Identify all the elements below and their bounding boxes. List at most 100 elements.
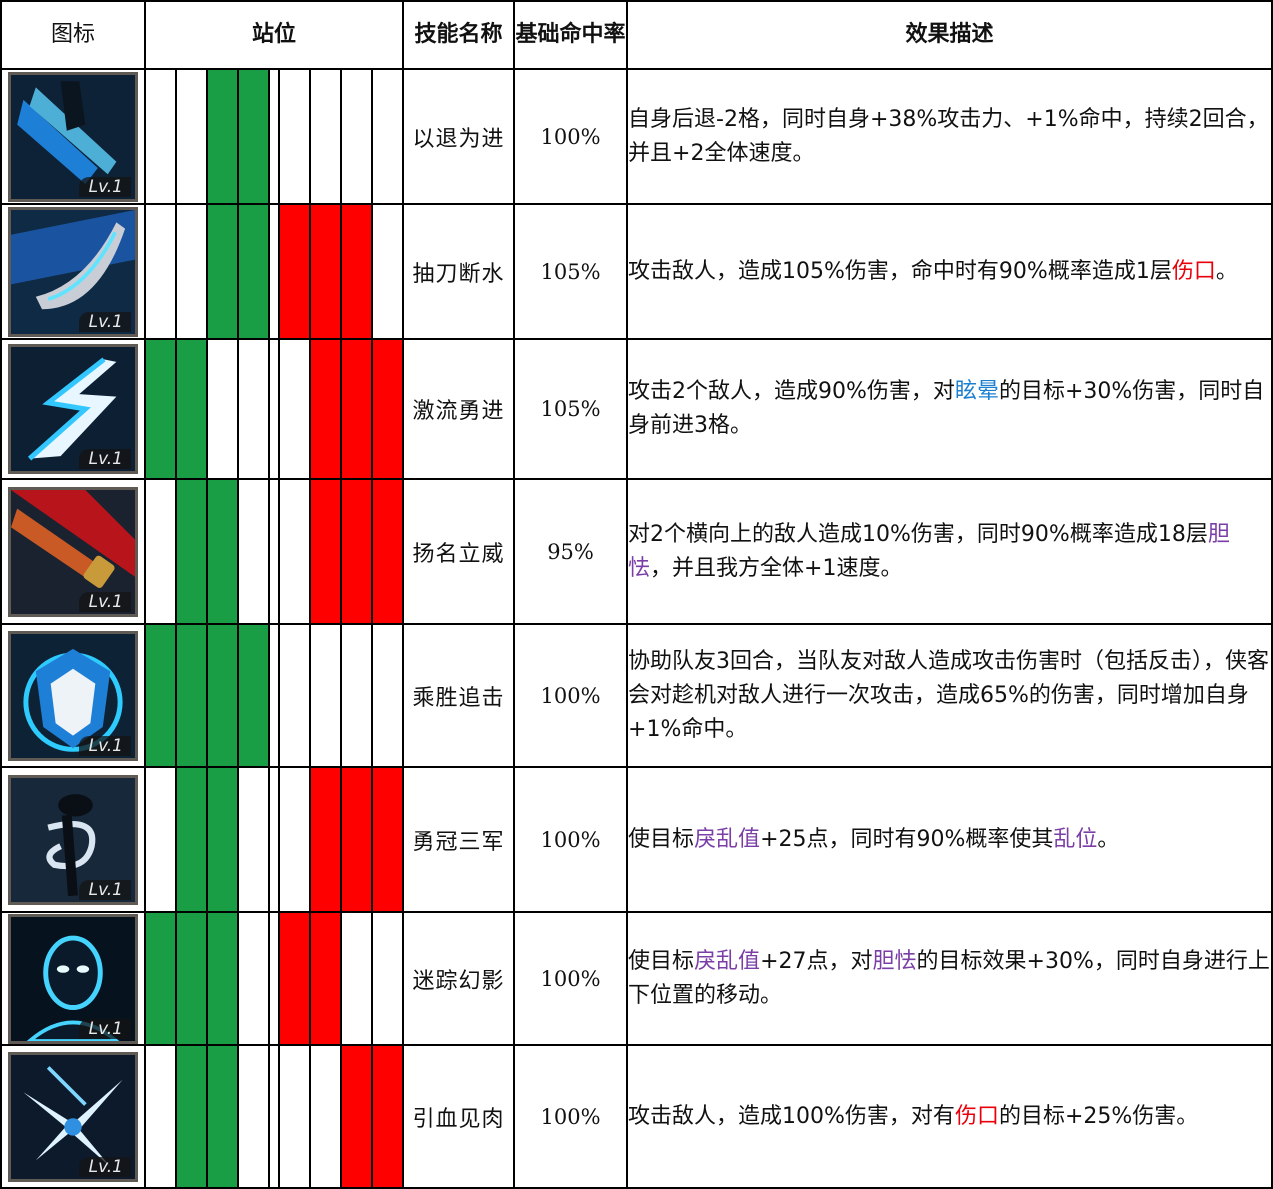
effect-text: 的目标+25%伤害。: [998, 1103, 1199, 1129]
skill-name: 迷踪幻影: [402, 911, 516, 1046]
enemy-position-active: [340, 338, 373, 480]
skill-level-badge: Lv.1: [78, 176, 131, 197]
ally-position-active: [206, 911, 239, 1046]
header-icon: 图标: [0, 0, 146, 70]
shield-emblem-icon: Lv.1: [8, 630, 138, 761]
skill-icon-cell: Lv.1: [0, 203, 146, 340]
header-skill-name: 技能名称: [402, 0, 516, 70]
skill-name: 激流勇进: [402, 338, 516, 480]
effect-keyword: 戾乱值: [694, 826, 761, 852]
ally-position-active: [175, 1044, 208, 1189]
enemy-position-active: [340, 1044, 373, 1189]
position-divider: [268, 1044, 280, 1189]
skill-level-badge: Lv.1: [78, 879, 131, 900]
swirling-warrior-icon: Lv.1: [8, 774, 138, 905]
ally-position-inactive: [206, 338, 239, 480]
effect-text: 攻击2个敌人，造成90%伤害，对: [628, 379, 955, 404]
ally-position-active: [206, 766, 239, 913]
skill-hit-rate: 100%: [513, 911, 629, 1046]
ally-position-active: [144, 911, 177, 1046]
lightning-slash-icon: Lv.1: [8, 344, 138, 474]
skill-level-badge: Lv.1: [78, 1018, 131, 1039]
skill-name: 勇冠三军: [402, 766, 516, 913]
enemy-position-inactive: [278, 1044, 311, 1189]
skill-hit-rate: 100%: [513, 1044, 629, 1189]
skill-hit-rate: 95%: [513, 478, 629, 625]
enemy-position-inactive: [370, 911, 405, 1046]
skill-level-badge: Lv.1: [78, 1156, 131, 1177]
skill-name: 扬名立威: [402, 478, 516, 625]
ally-position-inactive: [144, 68, 177, 205]
ally-position-active: [206, 478, 239, 625]
ally-position-active: [206, 203, 239, 340]
enemy-position-inactive: [309, 623, 342, 768]
skill-icon-cell: Lv.1: [0, 623, 146, 768]
ally-position-inactive: [237, 478, 270, 625]
enemy-position-inactive: [370, 68, 405, 205]
enemy-position-active: [340, 203, 373, 340]
ally-position-active: [175, 338, 208, 480]
skill-table: 图标 站位 技能名称 基础命中率 效果描述 Lv.1 以退为进 100% 自身后退-2…: [0, 0, 1273, 1189]
skill-icon-cell: Lv.1: [0, 478, 146, 625]
skill-name: 乘胜追击: [402, 623, 516, 768]
skill-name: 以退为进: [402, 68, 516, 205]
position-divider: [268, 623, 280, 768]
effect-text: ，并且我方全体+1速度。: [650, 555, 903, 581]
enemy-position-active: [309, 203, 342, 340]
skill-effect-description: 攻击2个敌人，造成90%伤害，对眩晕的目标+30%伤害，同时自身前进3格。: [626, 338, 1273, 480]
skill-row: Lv.1 乘胜追击 100% 协助队友3回合，当队友对敌人造成攻击伤害时（包括反击），…: [0, 623, 1273, 768]
skill-name: 抽刀断水: [402, 203, 516, 340]
enemy-position-active: [309, 478, 342, 625]
skill-effect-description: 协助队友3回合，当队友对敌人造成攻击伤害时（包括反击），侠客会对趁机对敌人进行一…: [626, 623, 1273, 768]
enemy-position-active: [340, 478, 373, 625]
skill-row: Lv.1 扬名立威 95% 对2个横向上的敌人造成10%伤害，同时90%概率造成18层…: [0, 478, 1273, 625]
skill-icon-cell: Lv.1: [0, 68, 146, 205]
skill-row: Lv.1 以退为进 100% 自身后退-2格，同时自身+38%攻击力、+1%命中，持续…: [0, 68, 1273, 205]
blue-blade-retreat-icon: Lv.1: [8, 71, 138, 202]
enemy-position-active: [309, 338, 342, 480]
ally-position-inactive: [144, 203, 177, 340]
ally-position-active: [175, 911, 208, 1046]
enemy-position-inactive: [340, 68, 373, 205]
enemy-position-inactive: [309, 68, 342, 205]
effect-text: 协助队友3回合，当队友对敌人造成攻击伤害时（包括反击），侠客会对趁机对敌人进行一…: [628, 648, 1270, 742]
enemy-position-active: [278, 203, 311, 340]
position-divider: [268, 203, 280, 340]
enemy-position-inactive: [370, 623, 405, 768]
phantom-head-icon: Lv.1: [8, 913, 138, 1044]
skill-row: Lv.1 勇冠三军 100% 使目标戾乱值+25点，同时有90%概率使其乱位。: [0, 766, 1273, 913]
position-divider: [268, 478, 280, 625]
ally-position-active: [144, 338, 177, 480]
header-effect: 效果描述: [626, 0, 1273, 70]
effect-keyword: 胆怯: [872, 948, 917, 974]
enemy-position-inactive: [278, 623, 311, 768]
enemy-position-active: [370, 766, 405, 913]
enemy-position-active: [370, 478, 405, 625]
effect-keyword: 伤口: [1171, 258, 1216, 284]
effect-text: +25点，同时有90%概率使其: [760, 826, 1054, 852]
skill-hit-rate: 100%: [513, 68, 629, 205]
skill-row: Lv.1 激流勇进 105% 攻击2个敌人，造成90%伤害，对眩晕的目标+30%伤害，…: [0, 338, 1273, 480]
skill-hit-rate: 105%: [513, 338, 629, 480]
position-divider: [268, 766, 280, 913]
header-hit-rate: 基础命中率: [513, 0, 629, 70]
ally-position-active: [144, 623, 177, 768]
ally-position-active: [206, 623, 239, 768]
enemy-position-inactive: [278, 766, 311, 913]
effect-text: 。: [1097, 826, 1120, 852]
enemy-position-inactive: [340, 911, 373, 1046]
effect-text: 使目标: [628, 826, 695, 852]
position-divider: [268, 911, 280, 1046]
header-row: 图标 站位 技能名称 基础命中率 效果描述: [0, 0, 1273, 70]
effect-text: 使目标: [628, 948, 695, 974]
saber-hilt-icon: Lv.1: [8, 486, 138, 617]
skill-effect-description: 对2个横向上的敌人造成10%伤害，同时90%概率造成18层胆怯，并且我方全体+1…: [626, 478, 1273, 625]
skill-effect-description: 使目标戾乱值+25点，同时有90%概率使其乱位。: [626, 766, 1273, 913]
ally-position-inactive: [237, 766, 270, 913]
ally-position-inactive: [144, 478, 177, 625]
skill-level-badge: Lv.1: [78, 449, 131, 469]
skill-icon-cell: Lv.1: [0, 1044, 146, 1189]
ally-position-active: [206, 68, 239, 205]
enemy-position-inactive: [278, 478, 311, 625]
skill-icon-cell: Lv.1: [0, 766, 146, 913]
